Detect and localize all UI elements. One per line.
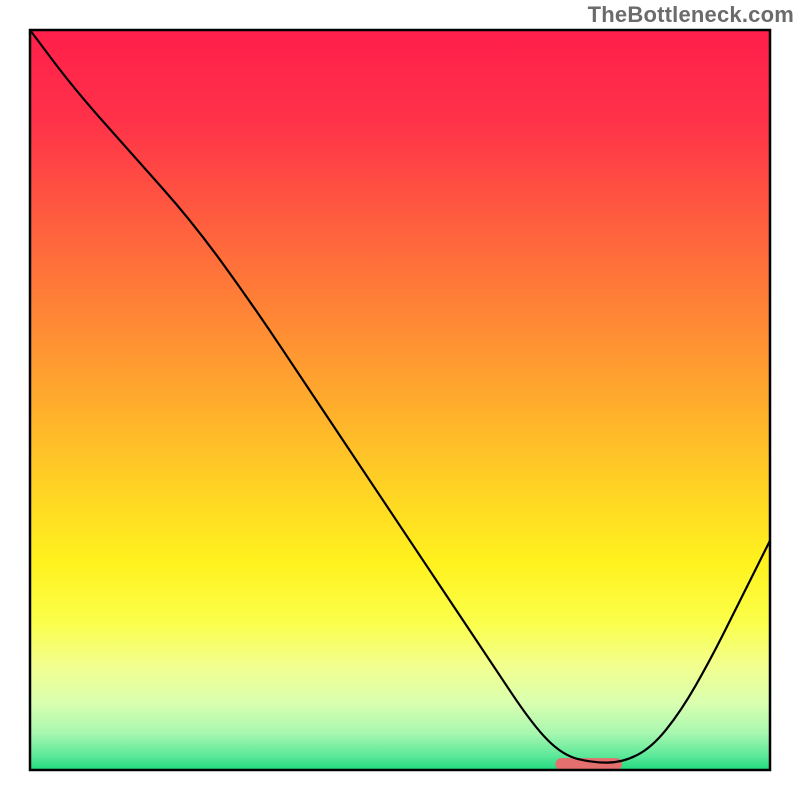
chart-container: TheBottleneck.com [0, 0, 800, 800]
bottleneck-chart [0, 0, 800, 800]
gradient-background [30, 30, 770, 770]
watermark-text: TheBottleneck.com [588, 2, 794, 28]
optimal-range-marker [555, 758, 622, 770]
